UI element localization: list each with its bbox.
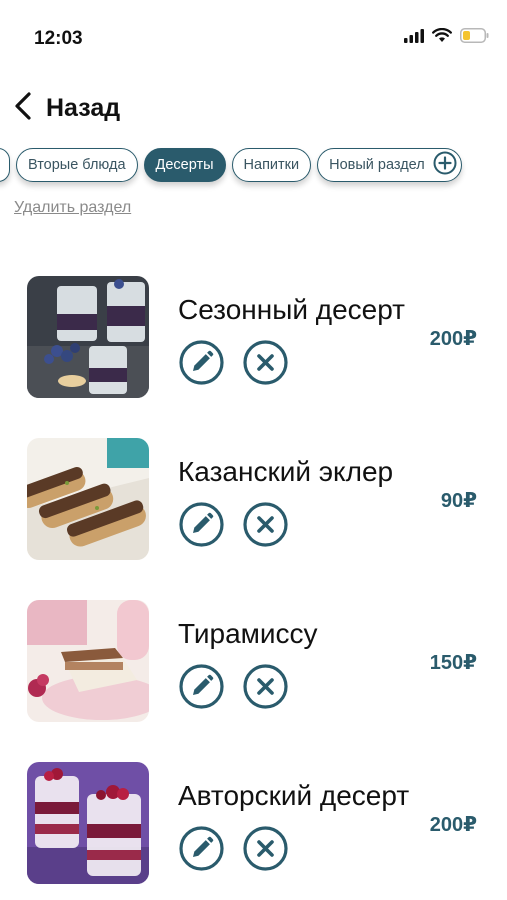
delete-button[interactable] [243, 502, 288, 547]
tab-second-courses[interactable]: Вторые блюда [16, 148, 138, 182]
close-icon [243, 340, 288, 385]
item-price: 150₽ [429, 652, 477, 674]
delete-button[interactable] [243, 664, 288, 709]
edit-button[interactable] [179, 340, 224, 385]
battery-low-icon [460, 28, 489, 43]
pencil-icon [179, 664, 224, 709]
delete-button[interactable] [243, 340, 288, 385]
item-actions [179, 826, 288, 871]
close-icon [243, 664, 288, 709]
cellular-icon [404, 28, 424, 43]
tab-drinks[interactable]: Напитки [231, 148, 312, 182]
close-icon [243, 502, 288, 547]
pencil-icon [179, 502, 224, 547]
tab-new-section-label: Новый раздел [329, 157, 425, 173]
wifi-icon [432, 28, 452, 43]
item-photo [27, 600, 149, 722]
delete-section-link[interactable]: Удалить раздел [14, 199, 131, 217]
pencil-icon [179, 340, 224, 385]
list-item: Тирамиссу 150₽ [0, 600, 507, 724]
status-bar: 12:03 [0, 0, 507, 70]
status-icons [404, 28, 489, 43]
tab-desserts[interactable]: Десерты [143, 148, 226, 182]
list-item: Казанский эклер 90₽ [0, 438, 507, 562]
item-name: Казанский эклер [178, 456, 394, 487]
tab-previous[interactable] [0, 148, 10, 182]
section-tabs: Вторые блюда Десерты Напитки Новый разде… [0, 148, 462, 182]
back-button[interactable]: Назад [12, 88, 120, 128]
status-time: 12:03 [34, 28, 83, 49]
back-label: Назад [46, 93, 121, 122]
edit-button[interactable] [179, 826, 224, 871]
delete-button[interactable] [243, 826, 288, 871]
item-name: Сезонный десерт [178, 294, 406, 325]
header: Назад [0, 88, 507, 128]
edit-button[interactable] [179, 664, 224, 709]
item-name: Авторский десерт [178, 780, 410, 811]
item-photo [27, 762, 149, 884]
item-price: 200₽ [429, 814, 477, 836]
item-actions [179, 664, 288, 709]
tab-new-section[interactable]: Новый раздел [317, 148, 462, 182]
item-photo [27, 438, 149, 560]
list-item: Авторский десерт 200₽ [0, 762, 507, 886]
pencil-icon [179, 826, 224, 871]
item-actions [179, 340, 288, 385]
item-price: 90₽ [440, 490, 477, 512]
item-photo [27, 276, 149, 398]
item-name: Тирамиссу [178, 618, 318, 649]
plus-circle-icon [433, 151, 457, 179]
item-actions [179, 502, 288, 547]
close-icon [243, 826, 288, 871]
edit-button[interactable] [179, 502, 224, 547]
list-item: Сезонный десерт 200₽ [0, 276, 507, 400]
item-price: 200₽ [429, 328, 477, 350]
chevron-left-icon [12, 91, 32, 126]
